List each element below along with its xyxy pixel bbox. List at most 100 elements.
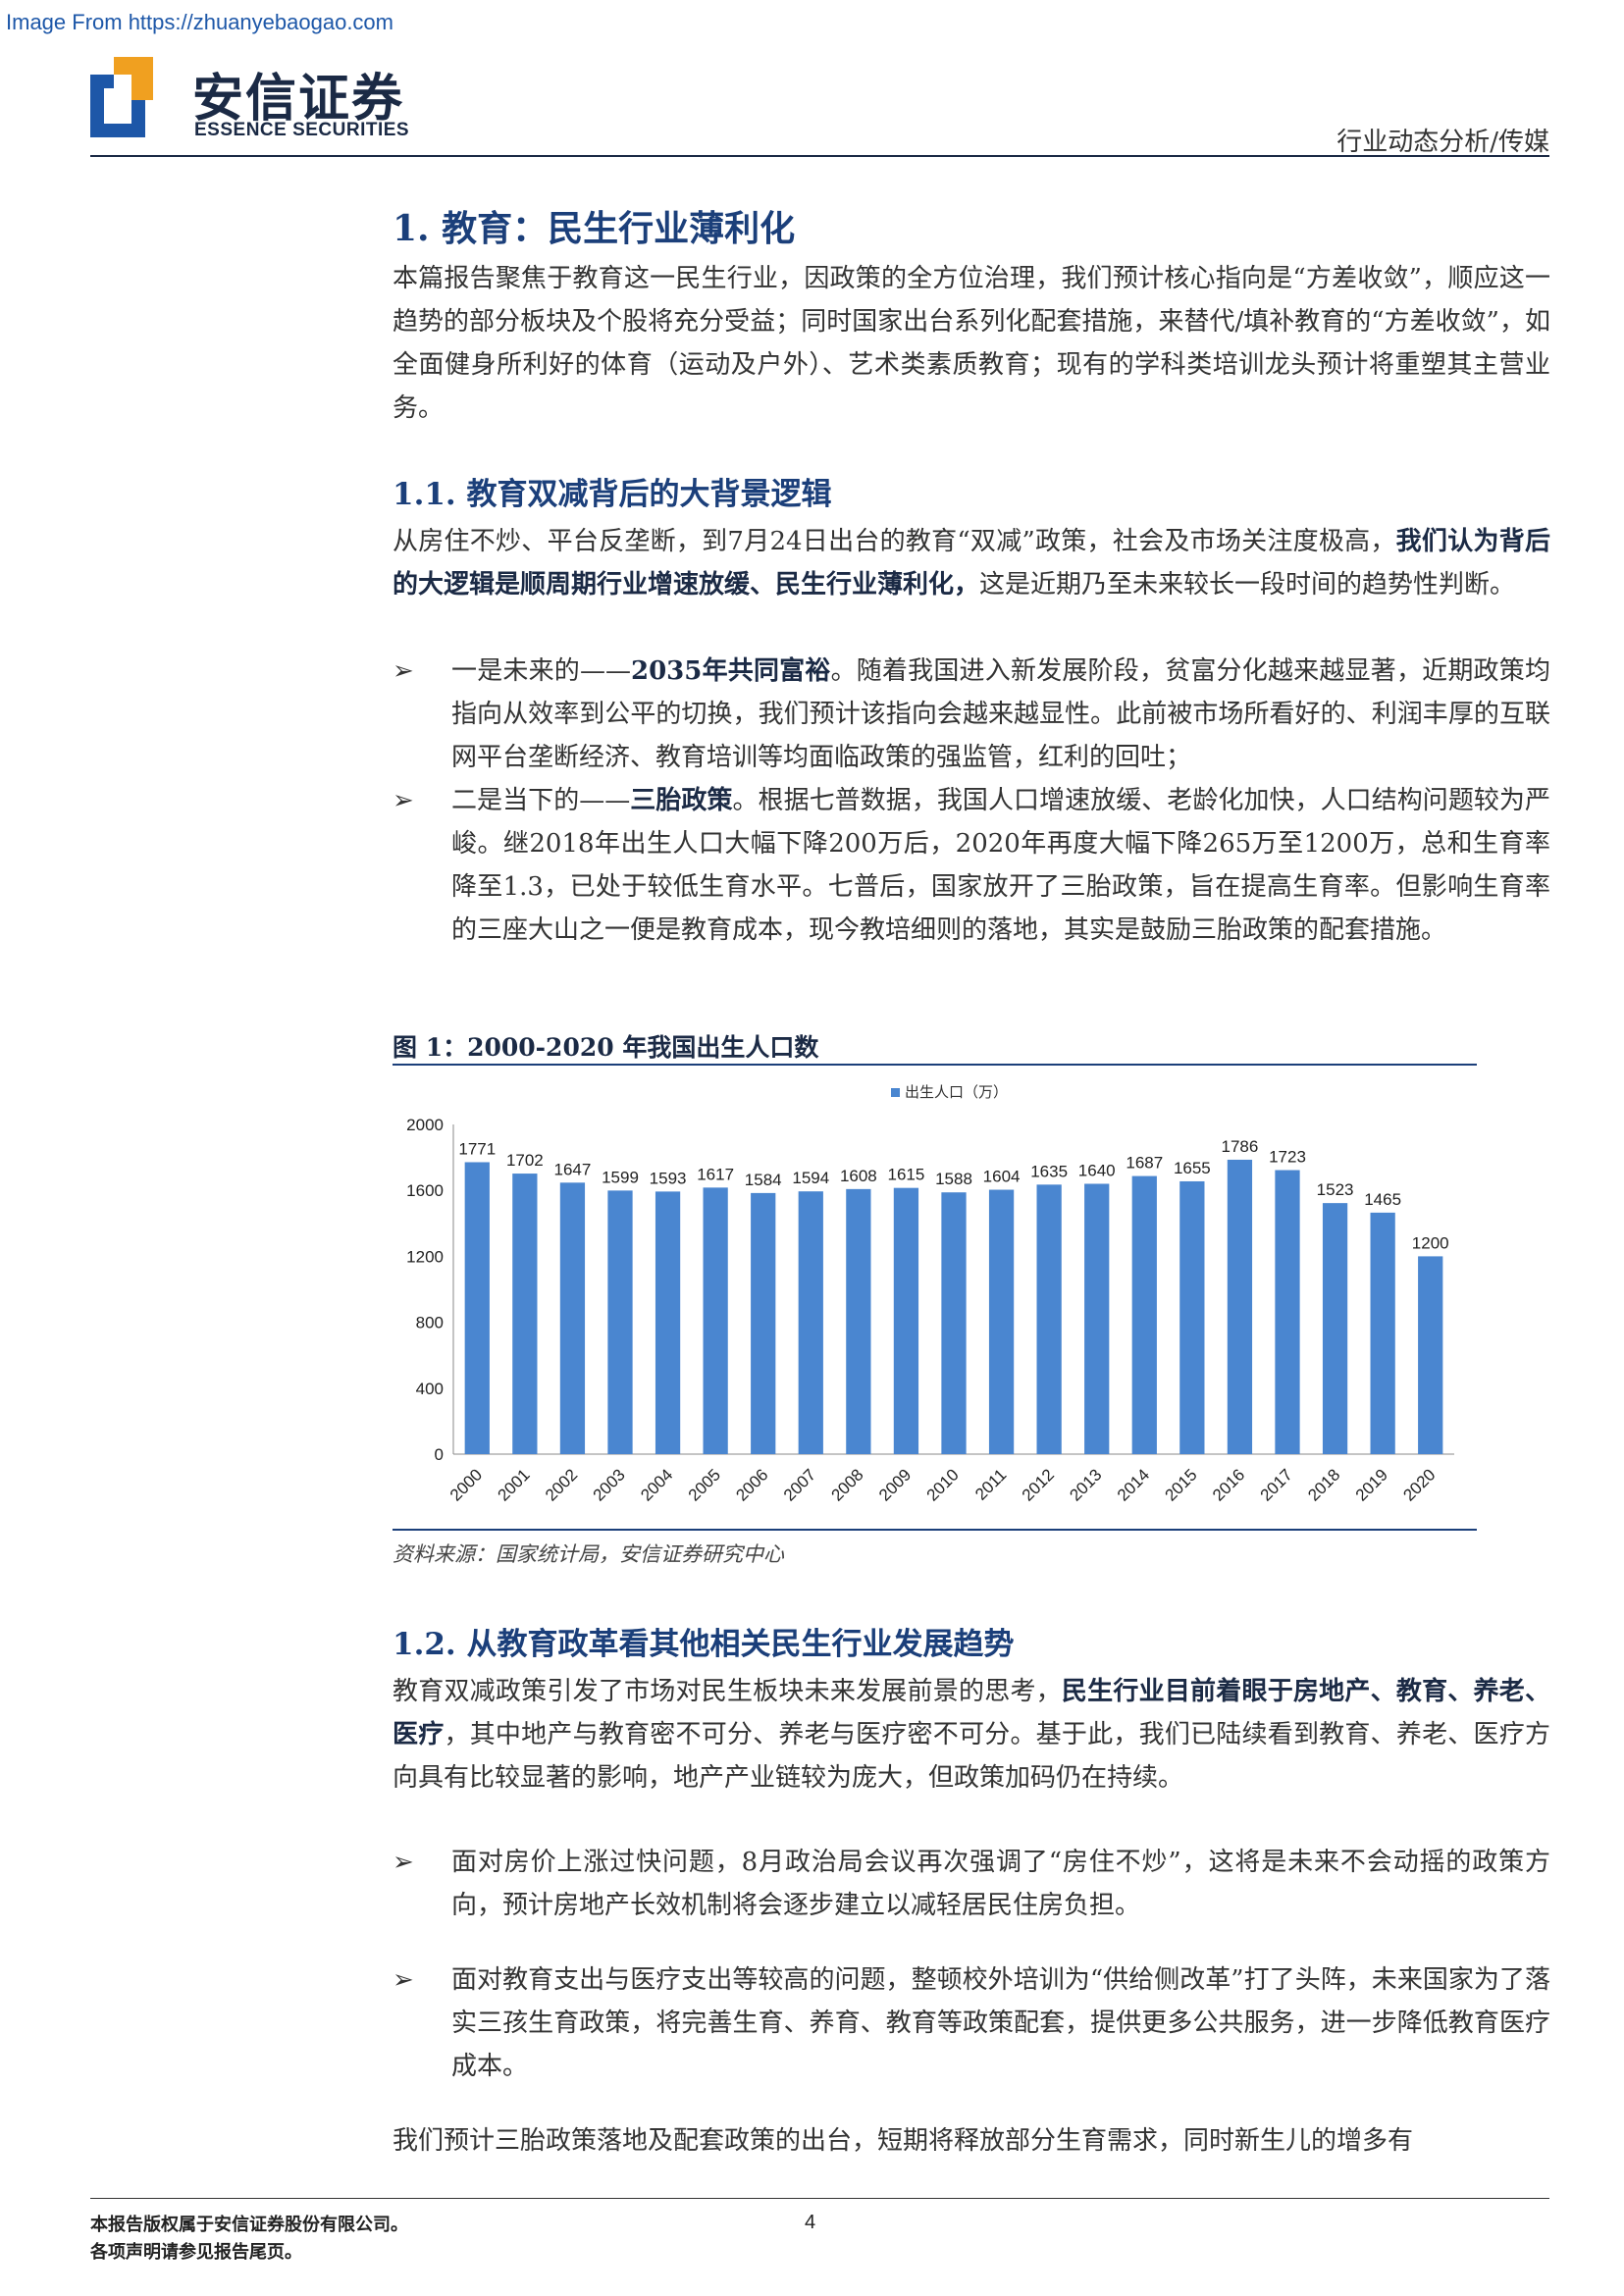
header-divider bbox=[90, 155, 1549, 157]
x-tick-label-2002: 2002 bbox=[542, 1465, 581, 1504]
section-1-title: 1. 教育：民生行业薄利化 bbox=[393, 208, 796, 249]
data-label-2014: 1687 bbox=[1126, 1154, 1163, 1173]
bullet-text-part: 一是未来的—— bbox=[451, 656, 631, 686]
figure-1-title: 图 1：2000-2020 年我国出生人口数 bbox=[393, 1033, 819, 1062]
logo-english-name: ESSENCE SECURITIES bbox=[194, 120, 410, 140]
y-tick-label: 0 bbox=[435, 1445, 444, 1464]
data-label-2009: 1615 bbox=[888, 1166, 925, 1184]
x-tick-label-2005: 2005 bbox=[685, 1465, 724, 1504]
section-1-2-title: 1.2. 从教育政革看其他相关民生行业发展趋势 bbox=[393, 1627, 1015, 1662]
data-label-2018: 1523 bbox=[1317, 1180, 1354, 1199]
x-tick-label-2003: 2003 bbox=[590, 1465, 629, 1504]
data-label-2011: 1604 bbox=[983, 1168, 1021, 1186]
watermark-text: Image From https://zhuanyebaogao.com bbox=[6, 10, 393, 34]
footer-notice: 各项声明请参见报告尾页。 bbox=[90, 2242, 302, 2263]
figure-source: 资料来源：国家统计局，安信证券研究中心 bbox=[393, 1542, 784, 1566]
bar-2017 bbox=[1275, 1170, 1300, 1454]
bar-2013 bbox=[1084, 1183, 1110, 1454]
bar-2015 bbox=[1179, 1180, 1205, 1454]
bullet-arrow-icon: ➢ bbox=[393, 1848, 414, 1877]
bullet-text-part: 二是当下的—— bbox=[451, 786, 631, 815]
x-tick-label-2019: 2019 bbox=[1352, 1465, 1391, 1504]
x-tick-label-2009: 2009 bbox=[875, 1465, 915, 1504]
bar-2012 bbox=[1036, 1184, 1062, 1454]
data-label-2004: 1593 bbox=[650, 1169, 687, 1187]
bar-2009 bbox=[893, 1187, 919, 1454]
data-label-2000: 1771 bbox=[458, 1139, 496, 1158]
page-number: 4 bbox=[805, 2212, 816, 2233]
x-tick-label-2011: 2011 bbox=[971, 1465, 1010, 1503]
legend-swatch bbox=[891, 1088, 900, 1097]
para-text: 从房住不炒、平台反垄断，到7月24日出台的教育“双减”政策，社会及市场关注度极高… bbox=[393, 527, 1396, 556]
x-tick-label-2015: 2015 bbox=[1162, 1465, 1201, 1504]
bar-2006 bbox=[751, 1192, 776, 1454]
bar-2014 bbox=[1131, 1175, 1157, 1454]
bullet-bold-text: 2035年共同富裕 bbox=[631, 656, 831, 686]
x-tick-label-2017: 2017 bbox=[1257, 1465, 1296, 1504]
x-tick-label-2004: 2004 bbox=[637, 1465, 676, 1504]
bullet-text: 二是当下的——三胎政策。根据七普数据，我国人口增速放缓、老龄化加快，人口结构问题… bbox=[451, 779, 1550, 952]
data-label-2019: 1465 bbox=[1364, 1190, 1401, 1209]
x-tick-label-2007: 2007 bbox=[780, 1465, 819, 1504]
bar-2020 bbox=[1418, 1256, 1443, 1454]
x-tick-label-2006: 2006 bbox=[732, 1465, 771, 1504]
y-tick-label: 1600 bbox=[406, 1181, 444, 1200]
bar-2010 bbox=[941, 1192, 967, 1454]
section-1-paragraph: 本篇报告聚焦于教育这一民生行业，因政策的全方位治理，我们预计核心指向是“方差收敛… bbox=[393, 264, 1550, 423]
data-label-2016: 1786 bbox=[1222, 1137, 1259, 1156]
data-label-2015: 1655 bbox=[1174, 1159, 1211, 1177]
essence-logo-icon bbox=[90, 57, 153, 137]
footer-disclaimer: 本报告版权属于安信证券股份有限公司。 各项声明请参见报告尾页。 bbox=[90, 2212, 408, 2267]
data-label-2002: 1647 bbox=[554, 1160, 592, 1178]
x-tick-label-2001: 2001 bbox=[495, 1465, 534, 1504]
closing-paragraph: 我们预计三胎政策落地及配套政策的出台，短期将释放部分生育需求，同时新生儿的增多有 bbox=[393, 2126, 1414, 2156]
bullet-arrow-icon: ➢ bbox=[393, 656, 414, 686]
y-tick-label: 400 bbox=[416, 1380, 444, 1398]
para-text: 这是近期乃至未来较长一段时间的趋势性判断。 bbox=[979, 570, 1516, 600]
x-tick-label-2014: 2014 bbox=[1114, 1465, 1153, 1504]
x-tick-label-2018: 2018 bbox=[1304, 1465, 1343, 1504]
bullet-text: 面对房价上涨过快问题，8月政治局会议再次强调了“房住不炒”，这将是未来不会动摇的… bbox=[451, 1848, 1550, 1920]
x-tick-label-2000: 2000 bbox=[446, 1465, 486, 1504]
data-label-2013: 1640 bbox=[1078, 1161, 1116, 1179]
bar-2004 bbox=[655, 1191, 681, 1454]
bar-2002 bbox=[559, 1182, 586, 1454]
figure-top-divider bbox=[393, 1064, 1477, 1066]
report-category: 行业动态分析/传媒 bbox=[1336, 128, 1549, 157]
bar-2007 bbox=[798, 1191, 823, 1454]
bar-2016 bbox=[1227, 1159, 1253, 1454]
data-label-2007: 1594 bbox=[792, 1169, 829, 1187]
data-label-2020: 1200 bbox=[1412, 1233, 1449, 1252]
data-label-2010: 1588 bbox=[935, 1170, 972, 1188]
data-label-2008: 1608 bbox=[840, 1167, 877, 1185]
birth-population-bar-chart: 0 400 800 1200 1600 2000 出生人口（万） 1771 2000 1702 20… bbox=[406, 1083, 1454, 1505]
x-tick-label-2012: 2012 bbox=[1019, 1465, 1058, 1504]
bullet-arrow-icon: ➢ bbox=[393, 786, 414, 815]
data-label-2005: 1617 bbox=[697, 1165, 734, 1183]
footer-divider bbox=[90, 2198, 1549, 2199]
y-tick-label: 2000 bbox=[406, 1116, 444, 1134]
x-tick-label-2008: 2008 bbox=[828, 1465, 867, 1504]
bar-2011 bbox=[988, 1189, 1015, 1454]
para-text: ，其中地产与教育密不可分、养老与医疗密不可分。基于此，我们已陆续看到教育、养老、… bbox=[393, 1720, 1550, 1793]
figure-bottom-divider bbox=[393, 1529, 1477, 1531]
bar-2008 bbox=[846, 1188, 871, 1454]
data-label-2006: 1584 bbox=[745, 1171, 782, 1189]
bar-2018 bbox=[1322, 1203, 1348, 1454]
bullet-text: 面对教育支出与医疗支出等较高的问题，整顿校外培训为“供给侧改革”打了头阵，未来国… bbox=[451, 1965, 1550, 2081]
bar-2005 bbox=[703, 1187, 728, 1454]
section-1-1-paragraph: 从房住不炒、平台反垄断，到7月24日出台的教育“双减”政策，社会及市场关注度极高… bbox=[393, 520, 1550, 606]
bar-2019 bbox=[1370, 1212, 1395, 1454]
data-label-2012: 1635 bbox=[1030, 1162, 1068, 1180]
x-tick-label-2016: 2016 bbox=[1209, 1465, 1248, 1504]
footer-copyright: 本报告版权属于安信证券股份有限公司。 bbox=[90, 2215, 408, 2235]
x-tick-label-2013: 2013 bbox=[1066, 1465, 1105, 1504]
y-tick-label: 1200 bbox=[406, 1247, 444, 1266]
bullet-text: 一是未来的——2035年共同富裕。随着我国进入新发展阶段，贫富分化越来越显著，近… bbox=[451, 650, 1550, 779]
para-text: 教育双减政策引发了市场对民生板块未来发展前景的思考， bbox=[393, 1677, 1062, 1706]
legend-label: 出生人口（万） bbox=[905, 1083, 1008, 1101]
bullet-bold-text: 三胎政策 bbox=[630, 786, 733, 815]
section-1-2-paragraph: 教育双减政策引发了市场对民生板块未来发展前景的思考，民生行业目前着眼于房地产、教… bbox=[393, 1670, 1550, 1800]
bar-2000 bbox=[464, 1162, 490, 1454]
bar-2003 bbox=[607, 1190, 633, 1454]
